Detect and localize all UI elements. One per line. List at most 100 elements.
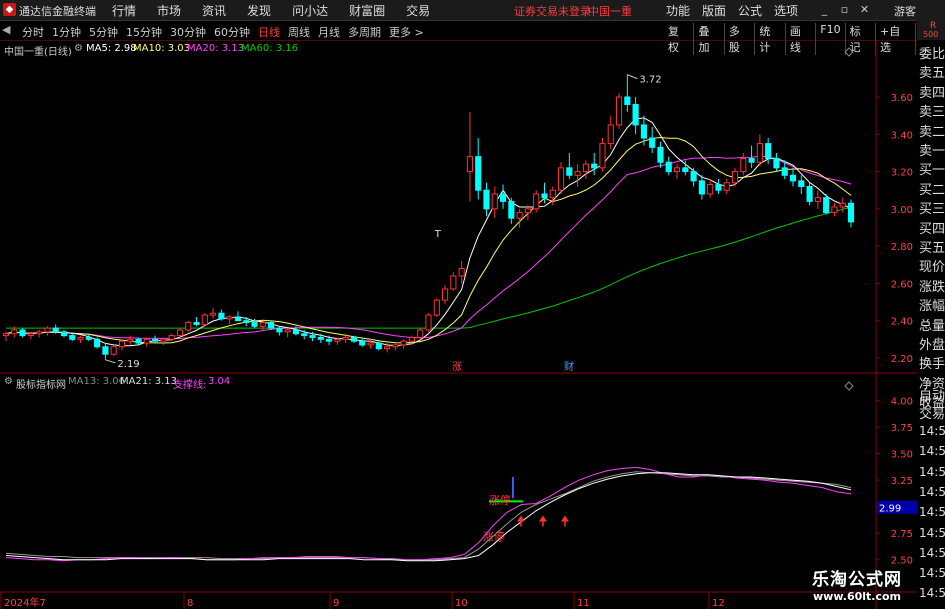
side-quote-12: 涨跌 (919, 279, 945, 295)
candle-body-95 (789, 174, 797, 182)
candle-body-19 (160, 338, 167, 342)
current-value-label: 2.99 (879, 504, 901, 515)
candle-body-56 (466, 156, 473, 173)
top-menu-item-3[interactable]: 发现 (247, 2, 271, 19)
settings-gear-icon[interactable]: ⚙ (74, 43, 83, 54)
candle-body-9 (77, 336, 84, 340)
candle-body-73 (607, 124, 614, 145)
candle-body-33 (276, 327, 283, 333)
candle-body-65 (541, 193, 548, 199)
candle-body-98 (814, 197, 821, 202)
candle-body-20 (168, 335, 175, 340)
guest-login-link[interactable]: 游客 (894, 3, 916, 19)
x-label-5: 12 (712, 598, 725, 609)
period-tab-0[interactable]: 分时 (22, 24, 44, 40)
period-tab-6[interactable]: 日线 (258, 24, 280, 40)
top-menu-item-2[interactable]: 资讯 (202, 2, 226, 19)
sub-settings-gear-icon[interactable]: ⚙ (4, 376, 13, 387)
side-auto-1[interactable]: 交易 (919, 403, 945, 422)
candle-body-74 (615, 96, 623, 126)
period-tab-5[interactable]: 60分钟 (214, 24, 250, 40)
candle-body-40 (334, 338, 341, 342)
side-time-2: 14:56 (919, 464, 945, 479)
watermark-url: www.60lt.com (813, 590, 902, 603)
candle-body-88 (731, 171, 739, 184)
period-tab-2[interactable]: 5分钟 (89, 24, 118, 40)
sub-y-tick-5: 2.75 (891, 529, 913, 540)
sub-y-tick-2: 3.50 (891, 450, 913, 461)
main-y-tick-2: 3.20 (891, 168, 913, 179)
period-tab-9[interactable]: 多周期 (348, 24, 381, 40)
right-menu-item-2[interactable]: 公式 (738, 2, 762, 19)
limit-up-label-2: 涨停 (483, 529, 505, 543)
candle-body-49 (408, 336, 415, 342)
side-time-5: 14:56 (919, 525, 945, 540)
chart-area[interactable]: 3.60 3.40 3.20 3.00 2.80 2.60 2.40 2.20 4.00 3.75… (0, 40, 917, 609)
cai-marker: 财 (564, 360, 574, 373)
candle-body-75 (624, 96, 631, 105)
side-auto-0[interactable]: 自动 (919, 385, 945, 404)
candle-body-3 (27, 333, 34, 337)
candle-body-83 (690, 171, 697, 182)
ma10-line (5, 136, 852, 344)
top-menu-item-0[interactable]: 行情 (112, 2, 136, 19)
top-menu-item-5[interactable]: 财富圈 (349, 2, 385, 19)
candle-body-72 (599, 143, 606, 169)
candle-body-13 (110, 346, 117, 355)
side-quote-10: 买五 (919, 241, 945, 256)
candle-body-5 (44, 327, 51, 333)
x-label-2: 9 (333, 598, 339, 609)
limit-up-arrow-icon-0 (516, 515, 525, 522)
candle-body-34 (284, 329, 291, 333)
app-name: 通达信金融终端 (19, 5, 96, 18)
ma60-label: MA60: 3.16 (241, 43, 299, 54)
candle-body-2 (19, 329, 26, 337)
candle-body-25 (210, 312, 217, 316)
candle-body-22 (185, 322, 192, 331)
limit-up-arrow-icon-1 (538, 515, 547, 522)
candle-body-79 (657, 146, 664, 163)
candle-body-14 (118, 340, 126, 348)
candle-body-86 (715, 184, 722, 191)
candle-body-11 (94, 338, 101, 348)
candle-body-85 (707, 184, 714, 195)
minimize-icon[interactable]: _ (818, 3, 831, 16)
high-label: 3.72 (639, 75, 661, 86)
top-menu-item-6[interactable]: 交易 (406, 2, 430, 19)
side-quote-3: 卖三 (919, 105, 945, 121)
period-tab-10[interactable]: 更多 > (389, 24, 424, 40)
collapse-arrow-icon[interactable]: ◀ (2, 23, 10, 36)
candle-body-76 (632, 103, 639, 126)
trade-login-warning[interactable]: 证券交易未登录 (514, 3, 591, 19)
top-menu-item-1[interactable]: 市场 (157, 2, 181, 19)
ma10-label: MA10: 3.03 (133, 43, 191, 54)
limit-up-arrow-icon-2 (560, 515, 569, 522)
period-tab-8[interactable]: 月线 (318, 24, 340, 40)
side-quote-5: 卖一 (919, 144, 945, 159)
candle-body-51 (425, 314, 432, 331)
candle-body-90 (748, 158, 755, 163)
candle-body-100 (831, 206, 838, 214)
x-label-1: 8 (187, 598, 193, 609)
right-menu-item-3[interactable]: 选项 (774, 2, 798, 19)
close-icon[interactable]: ✕ (858, 3, 871, 16)
period-tab-4[interactable]: 30分钟 (170, 24, 206, 40)
period-tab-7[interactable]: 周线 (288, 24, 310, 40)
period-tab-1[interactable]: 1分钟 (52, 24, 81, 40)
candle-body-93 (773, 158, 780, 169)
main-y-tick-3: 3.00 (891, 205, 913, 216)
period-tab-3[interactable]: 15分钟 (126, 24, 162, 40)
right-menu-item-1[interactable]: 版面 (702, 2, 726, 19)
top-menu-item-4[interactable]: 问小达 (292, 2, 328, 19)
side-time-7: 14:56 (919, 566, 945, 581)
candle-body-47 (392, 344, 399, 348)
candle-body-54 (450, 275, 457, 290)
sub-panel-diamond-icon (844, 381, 854, 391)
candle-body-42 (350, 336, 358, 342)
candle-body-6 (52, 327, 59, 333)
right-menu-item-0[interactable]: 功能 (666, 2, 690, 19)
main-y-tick-5: 2.60 (891, 279, 913, 290)
restore-icon[interactable]: ▫ (838, 3, 851, 16)
candle-body-8 (69, 335, 76, 340)
main-y-tick-1: 3.40 (891, 130, 913, 141)
